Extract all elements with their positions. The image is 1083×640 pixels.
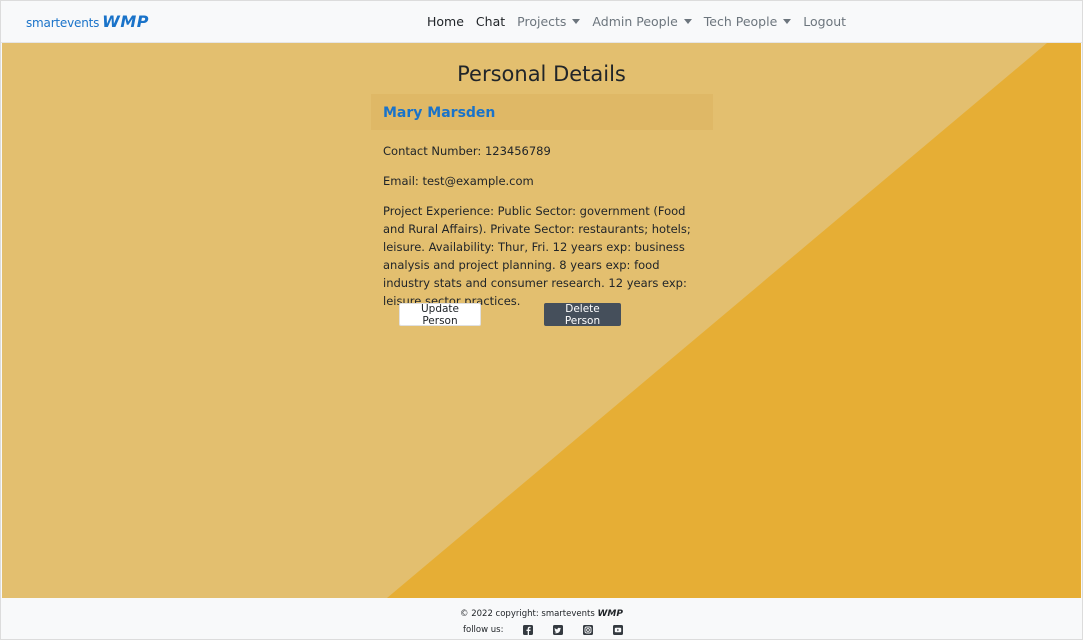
contact-number-row: Contact Number: 123456789 bbox=[383, 142, 691, 160]
email-row: Email: test@example.com bbox=[383, 172, 691, 190]
main-content: Personal Details Mary Marsden Contact Nu… bbox=[2, 43, 1081, 598]
instagram-icon[interactable] bbox=[583, 625, 594, 635]
update-person-button[interactable]: Update Person bbox=[399, 303, 481, 327]
person-card-body: Contact Number: 123456789 Email: test@ex… bbox=[383, 142, 691, 322]
chevron-down-icon bbox=[572, 19, 581, 24]
email-label: Email: bbox=[383, 174, 419, 188]
follow-us-label: follow us: bbox=[463, 625, 504, 635]
footer: © 2022 copyright: smartevents WMP follow… bbox=[0, 598, 1083, 640]
project-experience-label: Project Experience: bbox=[383, 204, 495, 218]
project-experience-value: Public Sector: government (Food and Rura… bbox=[383, 204, 691, 308]
page-title: Personal Details bbox=[457, 62, 626, 86]
nav-home-label: Home bbox=[427, 14, 464, 29]
email-value: test@example.com bbox=[422, 174, 534, 188]
delete-person-button[interactable]: Delete Person bbox=[544, 303, 621, 327]
contact-number-label: Contact Number: bbox=[383, 144, 482, 158]
social-links bbox=[523, 625, 624, 635]
nav-projects-dropdown[interactable]: Projects bbox=[511, 14, 586, 29]
copyright-logo: WMP bbox=[597, 609, 623, 619]
nav-home[interactable]: Home bbox=[421, 14, 470, 29]
copyright-line: © 2022 copyright: smartevents WMP bbox=[0, 609, 1083, 619]
details-container: Personal Details Mary Marsden Contact Nu… bbox=[2, 43, 1081, 598]
follow-us-row: follow us: bbox=[463, 625, 624, 635]
youtube-icon[interactable] bbox=[613, 625, 624, 635]
chevron-down-icon bbox=[683, 19, 692, 24]
person-name: Mary Marsden bbox=[383, 105, 496, 121]
facebook-icon[interactable] bbox=[523, 625, 534, 635]
nav-logout-label: Logout bbox=[803, 14, 847, 29]
brand-text: smartevents bbox=[26, 16, 100, 30]
navbar: smartevents WMP Home Chat Projects Admin… bbox=[0, 0, 1083, 43]
brand-logo: WMP bbox=[102, 12, 149, 31]
nav-menu: Home Chat Projects Admin People Tech Peo… bbox=[421, 0, 852, 43]
nav-admin-people-label: Admin People bbox=[592, 14, 678, 29]
copyright-text: © 2022 copyright: smartevents bbox=[460, 609, 595, 619]
person-card-header: Mary Marsden bbox=[371, 94, 713, 130]
nav-chat-label: Chat bbox=[475, 14, 506, 29]
nav-tech-people-label: Tech People bbox=[703, 14, 778, 29]
contact-number-value: 123456789 bbox=[484, 144, 551, 158]
twitter-icon[interactable] bbox=[553, 625, 564, 635]
brand-link[interactable]: smartevents WMP bbox=[26, 12, 149, 31]
nav-admin-people-dropdown[interactable]: Admin People bbox=[586, 14, 697, 29]
nav-tech-people-dropdown[interactable]: Tech People bbox=[698, 14, 798, 29]
nav-logout[interactable]: Logout bbox=[797, 14, 852, 29]
project-experience-row: Project Experience: Public Sector: gover… bbox=[383, 202, 691, 310]
nav-projects-label: Projects bbox=[517, 14, 567, 29]
chevron-down-icon bbox=[783, 19, 792, 24]
nav-chat[interactable]: Chat bbox=[470, 14, 511, 29]
